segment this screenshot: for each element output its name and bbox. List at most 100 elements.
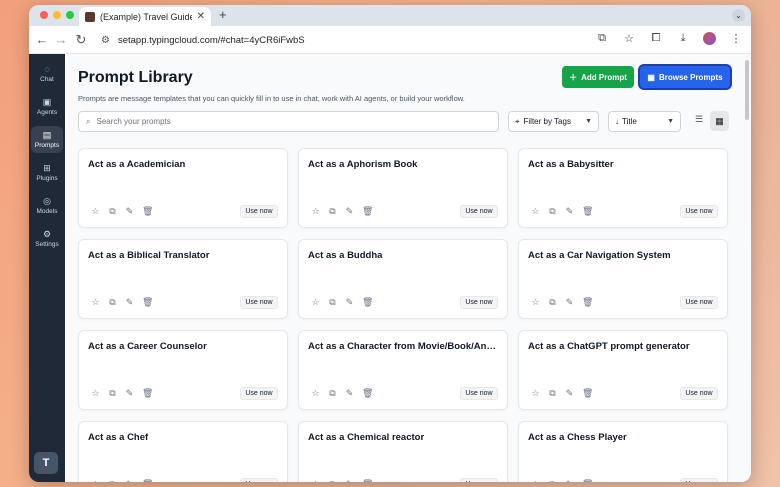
- star-icon[interactable]: ☆: [311, 479, 320, 482]
- edit-icon[interactable]: ✎: [345, 388, 354, 399]
- copy-icon[interactable]: ⧉: [108, 388, 117, 399]
- edit-icon[interactable]: ✎: [125, 206, 134, 217]
- search-input[interactable]: ⌕ Search your prompts: [78, 111, 499, 132]
- profile-icon[interactable]: [703, 32, 716, 45]
- prompt-card[interactable]: Act as a Babysitter ☆ ⧉ ✎ 🗑 Use now: [518, 148, 728, 228]
- close-tab-icon[interactable]: ✕: [197, 11, 205, 22]
- use-now-button[interactable]: Use now: [680, 478, 718, 482]
- add-prompt-button[interactable]: ＋ Add Prompt: [562, 66, 634, 88]
- browser-menu-icon[interactable]: ⋮: [729, 32, 743, 45]
- download-icon[interactable]: ⤓: [676, 32, 690, 45]
- install-app-icon[interactable]: ⧉: [595, 32, 609, 45]
- trash-icon[interactable]: 🗑: [582, 388, 593, 399]
- back-icon[interactable]: ←: [34, 32, 50, 47]
- edit-icon[interactable]: ✎: [125, 479, 134, 482]
- sidebar-item-plugins[interactable]: ⊞ Plugins: [31, 159, 63, 186]
- edit-icon[interactable]: ✎: [565, 206, 574, 217]
- use-now-button[interactable]: Use now: [460, 478, 498, 482]
- edit-icon[interactable]: ✎: [565, 479, 574, 482]
- list-view-icon[interactable]: ☰: [692, 114, 706, 128]
- close-window-button[interactable]: [40, 11, 48, 19]
- star-icon[interactable]: ☆: [91, 297, 100, 308]
- browse-prompts-button[interactable]: ▦ Browse Prompts: [640, 66, 730, 88]
- use-now-button[interactable]: Use now: [460, 205, 498, 218]
- new-tab-icon[interactable]: +: [219, 7, 227, 22]
- grid-view-icon[interactable]: ▦: [710, 111, 729, 131]
- sidebar-item-chat[interactable]: ◌ Chat: [31, 60, 63, 87]
- star-icon[interactable]: ☆: [311, 297, 320, 308]
- copy-icon[interactable]: ⧉: [328, 388, 337, 399]
- prompt-card[interactable]: Act as a Biblical Translator ☆ ⧉ ✎ 🗑 Use…: [78, 239, 288, 319]
- copy-icon[interactable]: ⧉: [548, 479, 557, 482]
- trash-icon[interactable]: 🗑: [362, 297, 373, 308]
- prompt-card[interactable]: Act as a Career Counselor ☆ ⧉ ✎ 🗑 Use no…: [78, 330, 288, 410]
- sort-dropdown[interactable]: ↓ Title ▼: [608, 111, 681, 132]
- trash-icon[interactable]: 🗑: [362, 479, 373, 482]
- address-bar[interactable]: ⚙ setapp.typingcloud.com/#chat=4yCR6iFwb…: [93, 29, 653, 51]
- edit-icon[interactable]: ✎: [565, 388, 574, 399]
- copy-icon[interactable]: ⧉: [108, 206, 117, 217]
- use-now-button[interactable]: Use now: [240, 205, 278, 218]
- copy-icon[interactable]: ⧉: [108, 297, 117, 308]
- use-now-button[interactable]: Use now: [240, 478, 278, 482]
- prompt-card[interactable]: Act as a ChatGPT prompt generator ☆ ⧉ ✎ …: [518, 330, 728, 410]
- star-icon[interactable]: ☆: [311, 388, 320, 399]
- trash-icon[interactable]: 🗑: [142, 297, 153, 308]
- use-now-button[interactable]: Use now: [680, 387, 718, 400]
- edit-icon[interactable]: ✎: [345, 297, 354, 308]
- copy-icon[interactable]: ⧉: [108, 479, 117, 482]
- sidebar-item-prompts[interactable]: ▤ Prompts: [31, 126, 63, 153]
- scrollbar[interactable]: [745, 60, 749, 120]
- copy-icon[interactable]: ⧉: [328, 297, 337, 308]
- sidebar-item-models[interactable]: ◎ Models: [31, 192, 63, 219]
- use-now-button[interactable]: Use now: [680, 205, 718, 218]
- reload-icon[interactable]: ↻: [73, 32, 89, 48]
- bookmark-star-icon[interactable]: ☆: [622, 32, 636, 45]
- trash-icon[interactable]: 🗑: [362, 206, 373, 217]
- prompt-card[interactable]: Act as a Chef ☆ ⧉ ✎ 🗑 Use now: [78, 421, 288, 482]
- star-icon[interactable]: ☆: [91, 388, 100, 399]
- star-icon[interactable]: ☆: [531, 479, 540, 482]
- trash-icon[interactable]: 🗑: [582, 206, 593, 217]
- use-now-button[interactable]: Use now: [460, 296, 498, 309]
- copy-icon[interactable]: ⧉: [328, 479, 337, 482]
- edit-icon[interactable]: ✎: [565, 297, 574, 308]
- prompt-card[interactable]: Act as a Chess Player ☆ ⧉ ✎ 🗑 Use now: [518, 421, 728, 482]
- edit-icon[interactable]: ✎: [125, 388, 134, 399]
- prompt-card[interactable]: Act as a Buddha ☆ ⧉ ✎ 🗑 Use now: [298, 239, 508, 319]
- star-icon[interactable]: ☆: [531, 388, 540, 399]
- copy-icon[interactable]: ⧉: [548, 297, 557, 308]
- trash-icon[interactable]: 🗑: [582, 479, 593, 482]
- edit-icon[interactable]: ✎: [345, 206, 354, 217]
- use-now-button[interactable]: Use now: [680, 296, 718, 309]
- edit-icon[interactable]: ✎: [345, 479, 354, 482]
- use-now-button[interactable]: Use now: [240, 387, 278, 400]
- use-now-button[interactable]: Use now: [240, 296, 278, 309]
- minimize-window-button[interactable]: [53, 11, 61, 19]
- star-icon[interactable]: ☆: [531, 297, 540, 308]
- copy-icon[interactable]: ⧉: [548, 206, 557, 217]
- forward-icon[interactable]: →: [53, 32, 69, 47]
- tab-search-icon[interactable]: ⌄: [732, 9, 745, 22]
- trash-icon[interactable]: 🗑: [142, 479, 153, 482]
- use-now-button[interactable]: Use now: [460, 387, 498, 400]
- trash-icon[interactable]: 🗑: [142, 206, 153, 217]
- star-icon[interactable]: ☆: [531, 206, 540, 217]
- copy-icon[interactable]: ⧉: [328, 206, 337, 217]
- zoom-window-button[interactable]: [66, 11, 74, 19]
- prompt-card[interactable]: Act as a Aphorism Book ☆ ⧉ ✎ 🗑 Use now: [298, 148, 508, 228]
- avatar[interactable]: T: [34, 452, 58, 474]
- browser-tab[interactable]: (Example) Travel Guide - Typ ✕: [79, 7, 211, 26]
- site-info-icon[interactable]: ⚙: [101, 35, 110, 46]
- prompt-card[interactable]: Act as a Chemical reactor ☆ ⧉ ✎ 🗑 Use no…: [298, 421, 508, 482]
- extensions-icon[interactable]: ⧠: [649, 32, 663, 45]
- star-icon[interactable]: ☆: [91, 479, 100, 482]
- filter-by-tags-dropdown[interactable]: ⌖ Filter by Tags ▼: [508, 111, 599, 132]
- trash-icon[interactable]: 🗑: [362, 388, 373, 399]
- star-icon[interactable]: ☆: [91, 206, 100, 217]
- trash-icon[interactable]: 🗑: [142, 388, 153, 399]
- star-icon[interactable]: ☆: [311, 206, 320, 217]
- prompt-card[interactable]: Act as a Car Navigation System ☆ ⧉ ✎ 🗑 U…: [518, 239, 728, 319]
- copy-icon[interactable]: ⧉: [548, 388, 557, 399]
- prompt-card[interactable]: Act as a Character from Movie/Book/Anyth…: [298, 330, 508, 410]
